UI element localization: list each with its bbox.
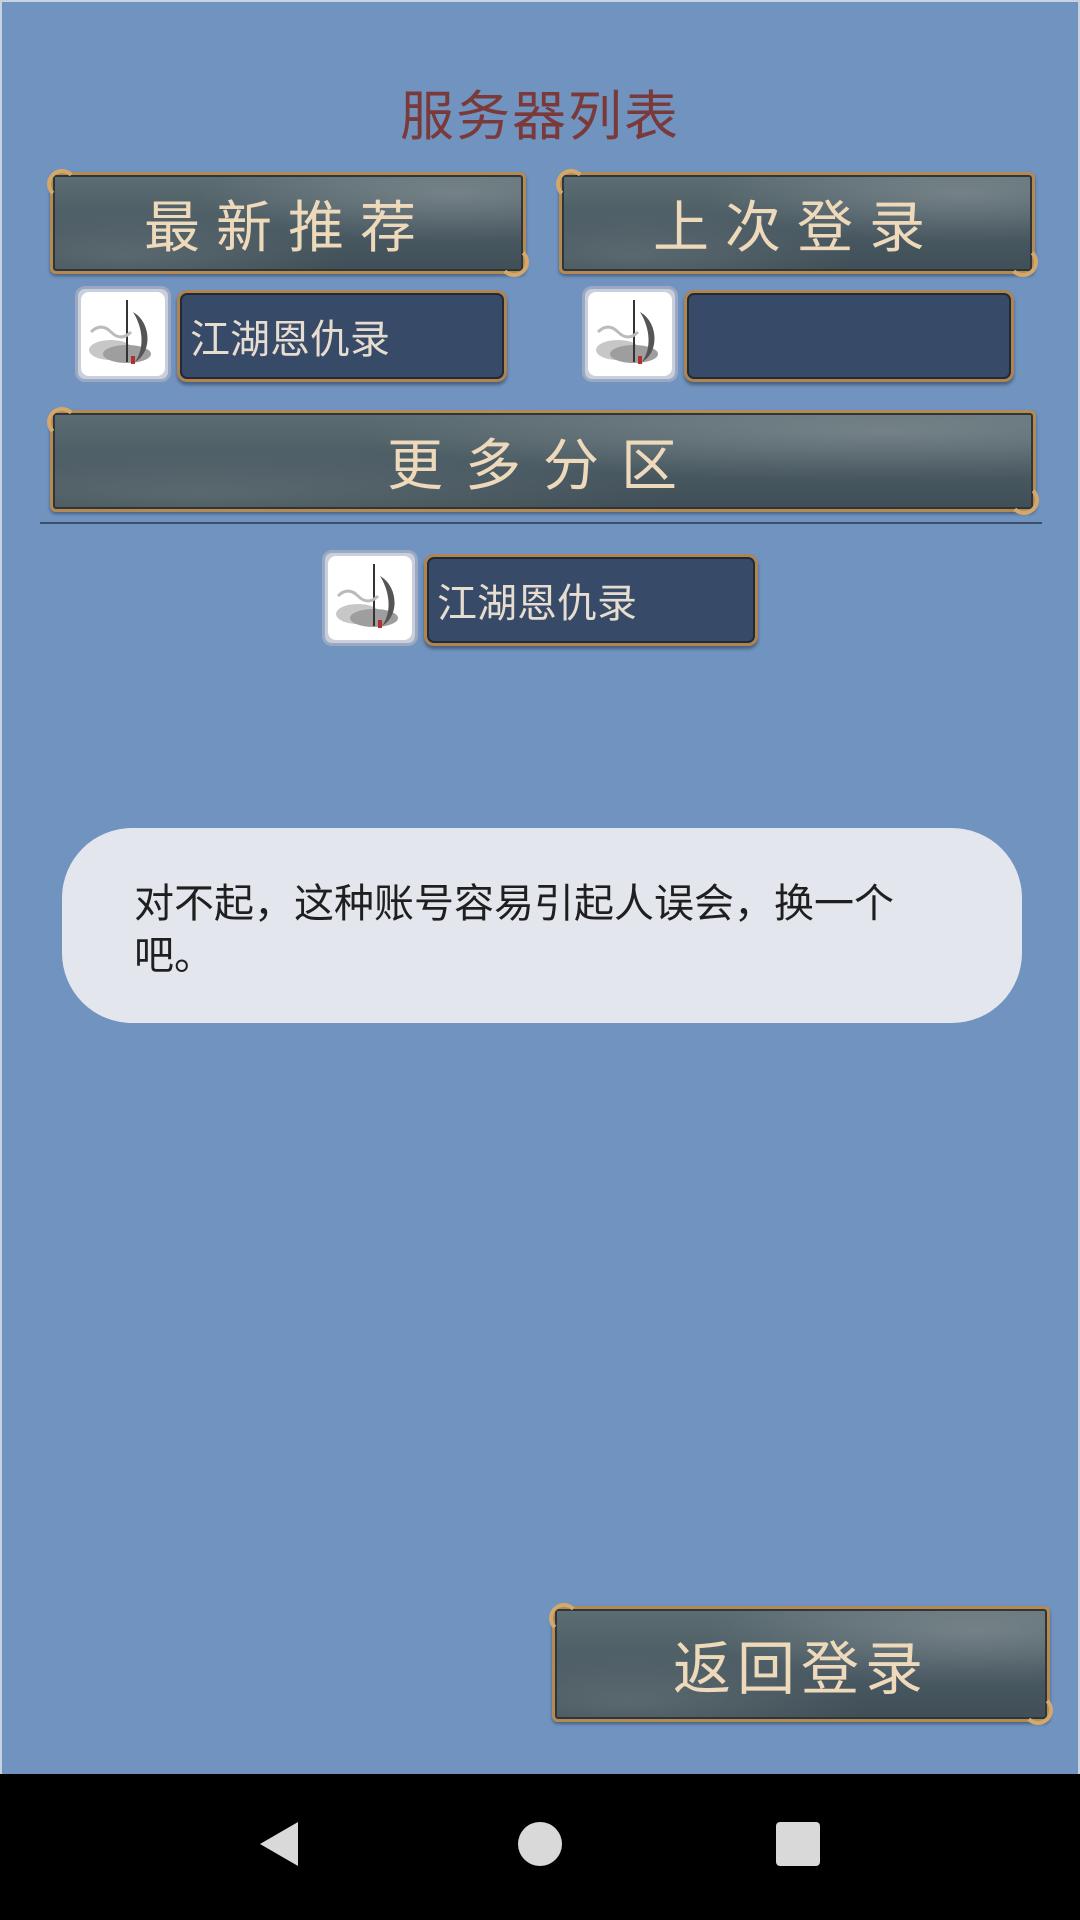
recommended-server-name[interactable]: 江湖恩仇录 [177,290,507,382]
zone-server-entry[interactable]: 江湖恩仇录 [322,550,762,646]
tab-last-login[interactable]: 上次登录 [556,169,1038,277]
server-list-screen: 服务器列表 最新推荐 上次登录 江湖恩仇录 更多分区 江湖恩仇录 对不起，这种账… [0,0,1080,1774]
recommended-server-entry[interactable]: 江湖恩仇录 [75,286,507,382]
system-nav-bar [0,1774,1080,1920]
back-to-login-button[interactable]: 返回登录 [549,1603,1053,1725]
game-logo-icon [322,550,418,646]
more-zones-button[interactable]: 更多分区 [47,407,1039,515]
toast-message: 对不起，这种账号容易引起人误会，换一个吧。 [62,828,1022,1023]
last-server-name[interactable] [684,290,1014,382]
zone-server-name[interactable]: 江湖恩仇录 [424,554,758,646]
divider [40,522,1042,524]
circle-home-icon[interactable] [510,1814,570,1874]
last-server-entry[interactable] [582,286,1014,382]
square-recents-icon[interactable] [768,1814,828,1874]
game-logo-icon [582,286,678,382]
page-title: 服务器列表 [400,85,680,148]
triangle-back-icon[interactable] [250,1814,310,1874]
game-logo-icon [75,286,171,382]
tab-newest-recommended[interactable]: 最新推荐 [47,169,529,277]
